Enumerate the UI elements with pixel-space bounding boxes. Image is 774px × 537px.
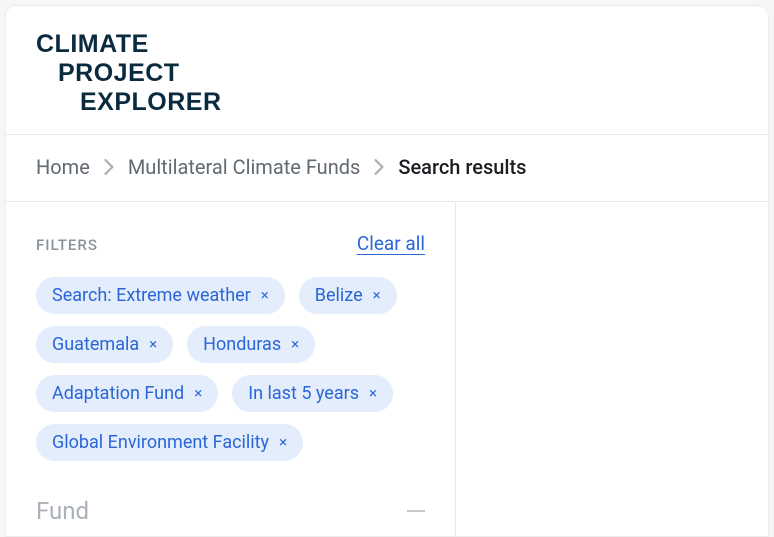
- filter-chip[interactable]: Belize ×: [299, 277, 397, 314]
- breadcrumb-current: Search results: [398, 155, 526, 179]
- filter-chips: Search: Extreme weather × Belize × Guate…: [36, 277, 425, 461]
- filter-chip[interactable]: Honduras ×: [187, 326, 315, 363]
- chip-label: Belize: [315, 285, 363, 306]
- close-icon[interactable]: ×: [149, 337, 157, 352]
- header: CLIMATE PROJECT EXPLORER: [6, 6, 768, 134]
- chip-label: Global Environment Facility: [52, 432, 269, 453]
- app-window: CLIMATE PROJECT EXPLORER Home Multilater…: [6, 6, 768, 536]
- chevron-right-icon: [374, 159, 384, 175]
- logo-line-1: CLIMATE: [36, 30, 738, 59]
- body: FILTERS Clear all Search: Extreme weathe…: [6, 201, 768, 536]
- collapse-icon[interactable]: [407, 510, 425, 512]
- close-icon[interactable]: ×: [194, 386, 202, 401]
- filters-title: FILTERS: [36, 236, 98, 254]
- chip-label: Adaptation Fund: [52, 383, 184, 404]
- close-icon[interactable]: ×: [279, 435, 287, 450]
- clear-all-button[interactable]: Clear all: [357, 232, 425, 255]
- section-title: Fund: [36, 497, 89, 525]
- chip-label: In last 5 years: [248, 383, 359, 404]
- logo-line-2: PROJECT: [58, 59, 738, 88]
- close-icon[interactable]: ×: [261, 288, 269, 303]
- close-icon[interactable]: ×: [369, 386, 377, 401]
- filter-chip[interactable]: In last 5 years ×: [232, 375, 393, 412]
- breadcrumb: Home Multilateral Climate Funds Search r…: [6, 135, 768, 201]
- results-panel: [456, 202, 768, 536]
- filters-sidebar: FILTERS Clear all Search: Extreme weathe…: [6, 202, 456, 536]
- chevron-right-icon: [104, 159, 114, 175]
- filter-chip[interactable]: Global Environment Facility ×: [36, 424, 303, 461]
- breadcrumb-home[interactable]: Home: [36, 155, 90, 179]
- filters-header: FILTERS Clear all: [36, 232, 425, 255]
- filter-chip[interactable]: Search: Extreme weather ×: [36, 277, 285, 314]
- close-icon[interactable]: ×: [291, 337, 299, 352]
- chip-label: Guatemala: [52, 334, 139, 355]
- filter-section-fund[interactable]: Fund: [36, 497, 425, 525]
- close-icon[interactable]: ×: [373, 288, 381, 303]
- logo-line-3: EXPLORER: [80, 88, 738, 117]
- filter-chip[interactable]: Adaptation Fund ×: [36, 375, 218, 412]
- filter-chip[interactable]: Guatemala ×: [36, 326, 173, 363]
- breadcrumb-funds[interactable]: Multilateral Climate Funds: [128, 155, 361, 179]
- chip-label: Search: Extreme weather: [52, 285, 251, 306]
- chip-label: Honduras: [203, 334, 281, 355]
